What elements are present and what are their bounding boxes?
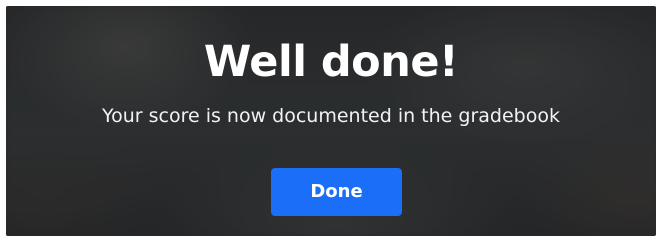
completion-message: Your score is now documented in the grad… <box>102 105 560 127</box>
completion-dialog: Well done! Your score is now documented … <box>6 6 656 236</box>
completion-title: Well done! <box>203 37 459 87</box>
done-button[interactable]: Done <box>271 168 402 216</box>
completion-screen: Well done! Your score is now documented … <box>6 6 656 236</box>
